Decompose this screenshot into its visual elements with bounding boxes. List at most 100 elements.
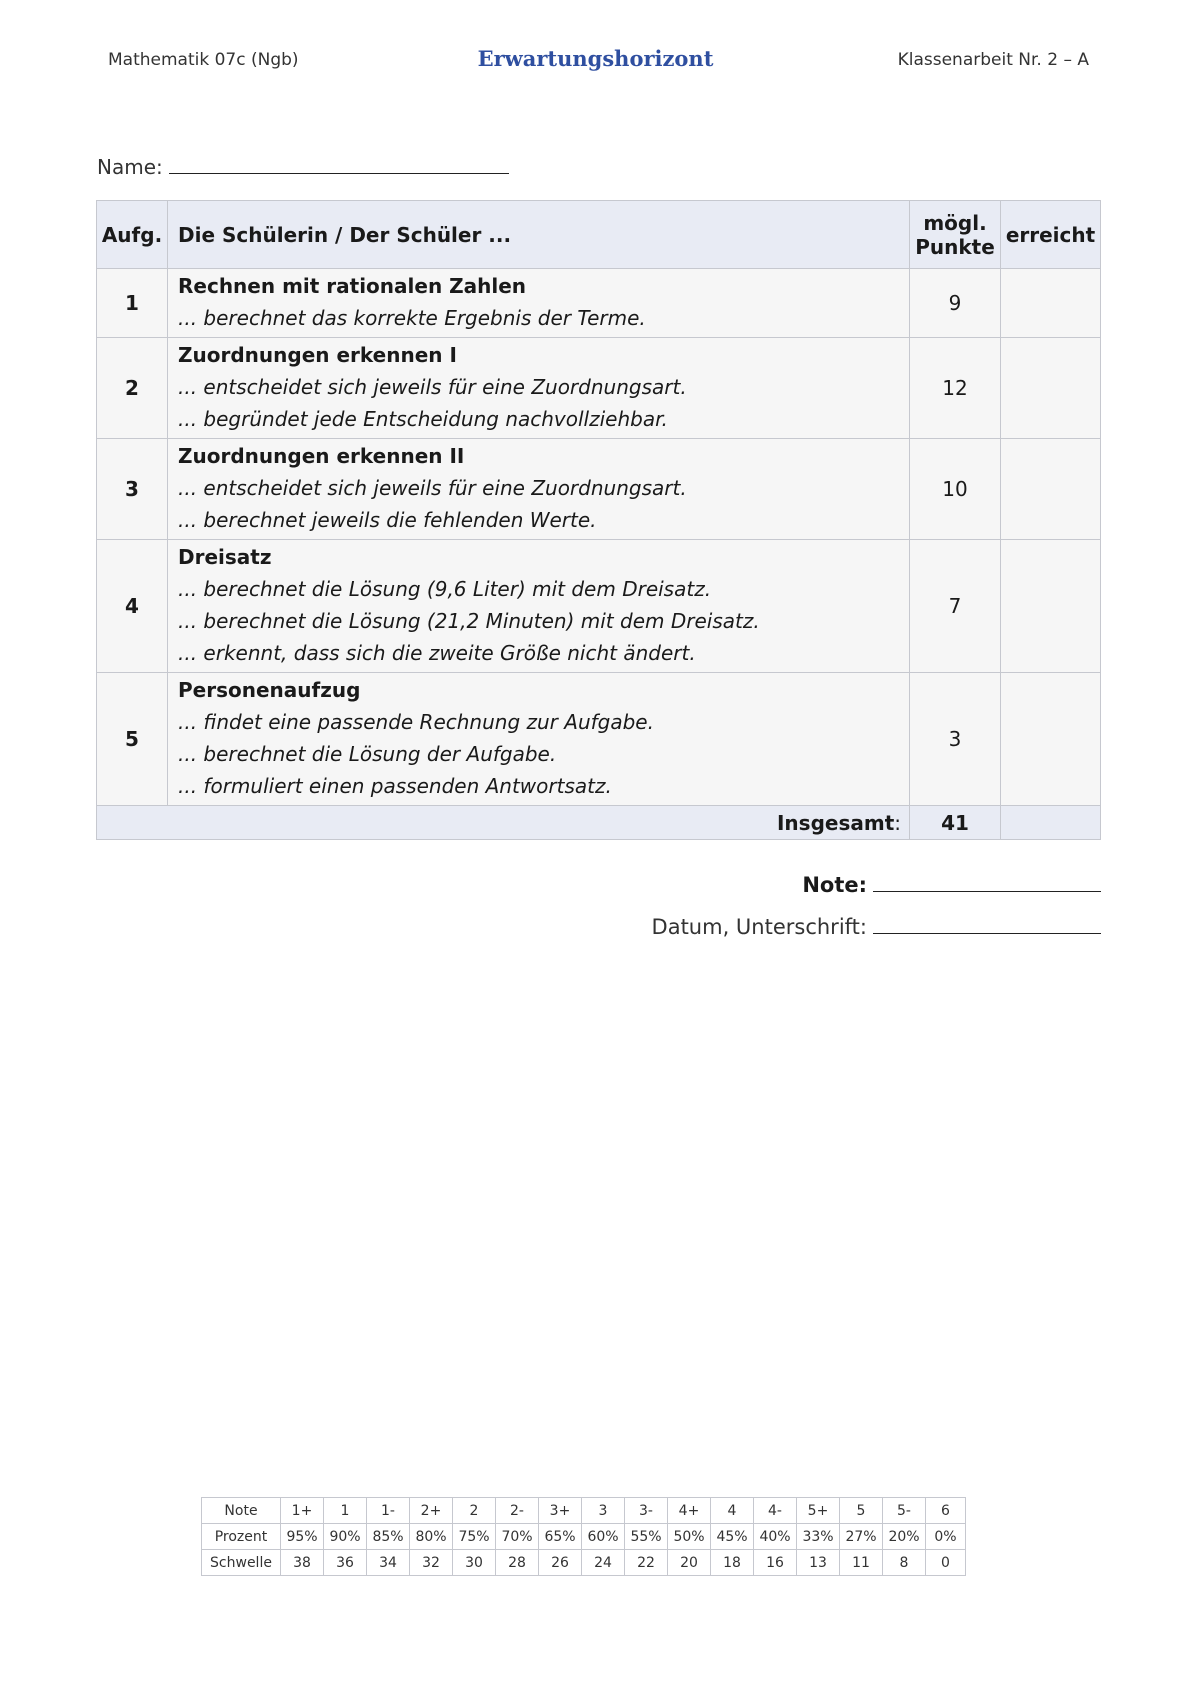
- evaluation-table: Aufg. Die Schülerin / Der Schüler ... mö…: [96, 200, 1101, 840]
- grade-cell: 36: [323, 1549, 367, 1576]
- task-number: 2: [96, 337, 168, 439]
- task-points: 9: [909, 268, 1001, 338]
- grade-row-label: Prozent: [201, 1523, 281, 1550]
- task-description: Rechnen mit rationalen Zahlen ... berechn…: [167, 268, 910, 338]
- table-row: 1 Rechnen mit rationalen Zahlen ... berech…: [96, 268, 1101, 338]
- header-exam: Klassenarbeit Nr. 2 – A: [897, 50, 1089, 70]
- task-criterion: ... berechnet die Lösung der Aufgabe.: [178, 742, 557, 766]
- grade-cell: 50%: [667, 1523, 711, 1550]
- task-achieved[interactable]: [1000, 337, 1101, 439]
- grade-cell: 3: [581, 1497, 625, 1524]
- grade-cell: 20%: [882, 1523, 926, 1550]
- grade-cell: 0: [925, 1549, 966, 1576]
- total-label: Insgesamt: [776, 810, 895, 835]
- table-row: 3 Zuordnungen erkennen II ... entscheidet …: [96, 438, 1101, 540]
- grade-cell: 3-: [624, 1497, 668, 1524]
- note-label: Note:: [802, 873, 867, 897]
- task-criterion: ... berechnet die Lösung (21,2 Minuten) …: [178, 609, 760, 633]
- grade-row-label: Note: [201, 1497, 281, 1524]
- task-title: Dreisatz: [178, 545, 272, 569]
- table-row: 2 Zuordnungen erkennen I ... entscheidet s…: [96, 337, 1101, 439]
- task-title: Personenaufzug: [178, 678, 361, 702]
- grade-cell: 34: [366, 1549, 410, 1576]
- task-achieved[interactable]: [1000, 539, 1101, 673]
- grade-scale-table: Note 1+ 1 1- 2+ 2 2- 3+ 3 3- 4+ 4 4- 5+ 5 5- 6 Prozent 95%…: [201, 1497, 966, 1576]
- total-achieved[interactable]: [1000, 805, 1101, 840]
- grade-cell: 22: [624, 1549, 668, 1576]
- grade-cell: 90%: [323, 1523, 367, 1550]
- task-criterion: ... findet eine passende Rechnung zur Au…: [178, 710, 654, 734]
- total-row: Insgesamt: 41: [96, 805, 1101, 840]
- grade-cell: 38: [280, 1549, 324, 1576]
- grade-cell: 60%: [581, 1523, 625, 1550]
- task-description: Personenaufzug ... findet eine passende R…: [167, 672, 910, 806]
- task-description: Zuordnungen erkennen I ... entscheidet si…: [167, 337, 910, 439]
- task-number: 3: [96, 438, 168, 540]
- task-points: 10: [909, 438, 1001, 540]
- grade-cell: 55%: [624, 1523, 668, 1550]
- grade-cell: 30: [452, 1549, 496, 1576]
- task-criterion: ... berechnet die Lösung (9,6 Liter) mit…: [178, 577, 712, 601]
- grade-cell: 4: [710, 1497, 754, 1524]
- grade-cell: 80%: [409, 1523, 453, 1550]
- table-header-row: Aufg. Die Schülerin / Der Schüler ... mö…: [96, 200, 1101, 269]
- grade-cell: 8: [882, 1549, 926, 1576]
- task-criterion: ... entscheidet sich jeweils für eine Zu…: [178, 476, 687, 500]
- grade-cell: 18: [710, 1549, 754, 1576]
- task-achieved[interactable]: [1000, 672, 1101, 806]
- task-title: Zuordnungen erkennen II: [178, 444, 465, 468]
- name-field: Name:: [97, 155, 509, 179]
- table-row: 5 Personenaufzug ... findet eine passende …: [96, 672, 1101, 806]
- task-criterion: ... entscheidet sich jeweils für eine Zu…: [178, 375, 687, 399]
- grade-cell: 5+: [796, 1497, 840, 1524]
- grade-cell: 75%: [452, 1523, 496, 1550]
- grade-row-note: Note 1+ 1 1- 2+ 2 2- 3+ 3 3- 4+ 4 4- 5+ 5 5- 6: [201, 1497, 966, 1524]
- task-points: 12: [909, 337, 1001, 439]
- grade-cell: 32: [409, 1549, 453, 1576]
- grade-cell: 4-: [753, 1497, 797, 1524]
- signature-line[interactable]: [873, 917, 1101, 934]
- grade-cell: 45%: [710, 1523, 754, 1550]
- grade-cell: 33%: [796, 1523, 840, 1550]
- header-points-line1: mögl.: [923, 210, 987, 235]
- task-criterion: ... erkennt, dass sich die zweite Größe …: [178, 641, 696, 665]
- grade-cell: 27%: [839, 1523, 883, 1550]
- grade-cell: 5-: [882, 1497, 926, 1524]
- task-achieved[interactable]: [1000, 438, 1101, 540]
- name-label: Name:: [97, 155, 163, 179]
- grade-cell: 13: [796, 1549, 840, 1576]
- name-line[interactable]: [168, 155, 509, 174]
- grade-cell: 16: [753, 1549, 797, 1576]
- total-label-cell: Insgesamt:: [96, 805, 910, 840]
- header-description: Die Schülerin / Der Schüler ...: [167, 200, 910, 269]
- datum-label: Datum, Unterschrift:: [651, 915, 867, 939]
- task-criterion: ... formuliert einen passenden Antwortsa…: [178, 774, 612, 798]
- grade-row-schwelle: Schwelle 38 36 34 32 30 28 26 24 22 20 18 16 13 11 8 0: [201, 1549, 966, 1576]
- note-line[interactable]: [873, 875, 1101, 892]
- task-description: Zuordnungen erkennen II ... entscheidet s…: [167, 438, 910, 540]
- grade-cell: 1: [323, 1497, 367, 1524]
- task-points: 3: [909, 672, 1001, 806]
- grade-cell: 85%: [366, 1523, 410, 1550]
- grade-cell: 1+: [280, 1497, 324, 1524]
- grade-cell: 1-: [366, 1497, 410, 1524]
- header-task: Aufg.: [96, 200, 168, 269]
- task-title: Rechnen mit rationalen Zahlen: [178, 274, 527, 298]
- header-points: mögl. Punkte: [909, 200, 1001, 269]
- task-criterion: ... berechnet jeweils die fehlenden Wert…: [178, 508, 597, 532]
- grade-cell: 11: [839, 1549, 883, 1576]
- grade-cell: 65%: [538, 1523, 582, 1550]
- grade-row-label: Schwelle: [201, 1549, 281, 1576]
- header-achieved: erreicht: [1000, 200, 1101, 269]
- total-colon: :: [894, 810, 901, 835]
- grade-cell: 5: [839, 1497, 883, 1524]
- grade-field: Note:: [802, 873, 1101, 897]
- grade-row-prozent: Prozent 95% 90% 85% 80% 75% 70% 65% 60% 55% 50% 45%…: [201, 1523, 966, 1550]
- grade-cell: 2: [452, 1497, 496, 1524]
- grade-cell: 2-: [495, 1497, 539, 1524]
- grade-cell: 6: [925, 1497, 966, 1524]
- task-criterion: ... begründet jede Entscheidung nachvoll…: [178, 407, 668, 431]
- grade-cell: 26: [538, 1549, 582, 1576]
- task-achieved[interactable]: [1000, 268, 1101, 338]
- total-points: 41: [909, 805, 1001, 840]
